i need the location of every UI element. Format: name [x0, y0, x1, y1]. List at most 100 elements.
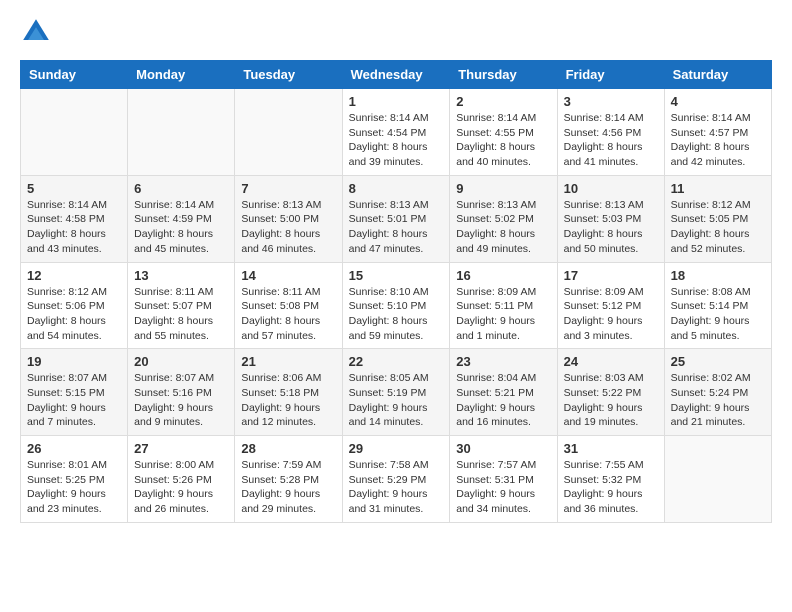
day-info: Sunrise: 7:57 AM Sunset: 5:31 PM Dayligh…: [456, 458, 550, 517]
day-number: 21: [241, 354, 335, 369]
day-info: Sunrise: 8:08 AM Sunset: 5:14 PM Dayligh…: [671, 285, 765, 344]
calendar-header-tuesday: Tuesday: [235, 61, 342, 89]
calendar-cell: 18 Sunrise: 8:08 AM Sunset: 5:14 PM Dayli…: [664, 262, 771, 349]
day-info: Sunrise: 8:01 AM Sunset: 5:25 PM Dayligh…: [27, 458, 121, 517]
calendar-cell: 9 Sunrise: 8:13 AM Sunset: 5:02 PM Daylig…: [450, 175, 557, 262]
day-number: 4: [671, 94, 765, 109]
day-number: 18: [671, 268, 765, 283]
day-number: 26: [27, 441, 121, 456]
calendar-cell: 30 Sunrise: 7:57 AM Sunset: 5:31 PM Dayli…: [450, 436, 557, 523]
day-info: Sunrise: 8:13 AM Sunset: 5:00 PM Dayligh…: [241, 198, 335, 257]
calendar-cell: [128, 89, 235, 176]
calendar-header-saturday: Saturday: [664, 61, 771, 89]
day-info: Sunrise: 7:59 AM Sunset: 5:28 PM Dayligh…: [241, 458, 335, 517]
day-number: 15: [349, 268, 444, 283]
day-number: 5: [27, 181, 121, 196]
calendar-cell: 8 Sunrise: 8:13 AM Sunset: 5:01 PM Daylig…: [342, 175, 450, 262]
day-number: 29: [349, 441, 444, 456]
calendar-cell: 6 Sunrise: 8:14 AM Sunset: 4:59 PM Daylig…: [128, 175, 235, 262]
page: SundayMondayTuesdayWednesdayThursdayFrid…: [0, 0, 792, 543]
day-info: Sunrise: 8:14 AM Sunset: 4:57 PM Dayligh…: [671, 111, 765, 170]
day-info: Sunrise: 8:02 AM Sunset: 5:24 PM Dayligh…: [671, 371, 765, 430]
day-info: Sunrise: 8:03 AM Sunset: 5:22 PM Dayligh…: [564, 371, 658, 430]
calendar-cell: 15Sunrise: 8:10 AM Sunset: 5:10 PM Dayli…: [342, 262, 450, 349]
day-info: Sunrise: 8:14 AM Sunset: 4:58 PM Dayligh…: [27, 198, 121, 257]
calendar-cell: 12 Sunrise: 8:12 AM Sunset: 5:06 PM Dayli…: [21, 262, 128, 349]
day-number: 14: [241, 268, 335, 283]
day-info: Sunrise: 7:55 AM Sunset: 5:32 PM Dayligh…: [564, 458, 658, 517]
day-info: Sunrise: 8:12 AM Sunset: 5:06 PM Dayligh…: [27, 285, 121, 344]
calendar-cell: 14 Sunrise: 8:11 AM Sunset: 5:08 PM Dayli…: [235, 262, 342, 349]
day-info: Sunrise: 7:58 AM Sunset: 5:29 PM Dayligh…: [349, 458, 444, 517]
calendar-cell: 29 Sunrise: 7:58 AM Sunset: 5:29 PM Dayli…: [342, 436, 450, 523]
day-number: 8: [349, 181, 444, 196]
day-number: 27: [134, 441, 228, 456]
calendar-cell: 19 Sunrise: 8:07 AM Sunset: 5:15 PM Dayli…: [21, 349, 128, 436]
calendar-week-1: 5 Sunrise: 8:14 AM Sunset: 4:58 PM Daylig…: [21, 175, 772, 262]
day-info: Sunrise: 8:09 AM Sunset: 5:12 PM Dayligh…: [564, 285, 658, 344]
calendar-header-sunday: Sunday: [21, 61, 128, 89]
day-number: 25: [671, 354, 765, 369]
day-number: 20: [134, 354, 228, 369]
day-number: 22: [349, 354, 444, 369]
calendar-cell: 17 Sunrise: 8:09 AM Sunset: 5:12 PM Dayli…: [557, 262, 664, 349]
calendar-cell: 27 Sunrise: 8:00 AM Sunset: 5:26 PM Dayli…: [128, 436, 235, 523]
calendar-cell: 13 Sunrise: 8:11 AM Sunset: 5:07 PM Dayli…: [128, 262, 235, 349]
calendar-cell: 10Sunrise: 8:13 AM Sunset: 5:03 PM Dayli…: [557, 175, 664, 262]
day-info: Sunrise: 8:07 AM Sunset: 5:16 PM Dayligh…: [134, 371, 228, 430]
calendar-cell: 11 Sunrise: 8:12 AM Sunset: 5:05 PM Dayli…: [664, 175, 771, 262]
day-number: 28: [241, 441, 335, 456]
day-info: Sunrise: 8:14 AM Sunset: 4:56 PM Dayligh…: [564, 111, 658, 170]
day-number: 2: [456, 94, 550, 109]
calendar-cell: 16Sunrise: 8:09 AM Sunset: 5:11 PM Dayli…: [450, 262, 557, 349]
calendar-week-4: 26 Sunrise: 8:01 AM Sunset: 5:25 PM Dayli…: [21, 436, 772, 523]
calendar-cell: [21, 89, 128, 176]
day-info: Sunrise: 8:14 AM Sunset: 4:55 PM Dayligh…: [456, 111, 550, 170]
calendar-cell: 20 Sunrise: 8:07 AM Sunset: 5:16 PM Dayli…: [128, 349, 235, 436]
day-info: Sunrise: 8:04 AM Sunset: 5:21 PM Dayligh…: [456, 371, 550, 430]
calendar-cell: 3 Sunrise: 8:14 AM Sunset: 4:56 PM Daylig…: [557, 89, 664, 176]
calendar-week-2: 12 Sunrise: 8:12 AM Sunset: 5:06 PM Dayli…: [21, 262, 772, 349]
calendar-cell: 1Sunrise: 8:14 AM Sunset: 4:54 PM Daylig…: [342, 89, 450, 176]
day-number: 19: [27, 354, 121, 369]
calendar-header-row: SundayMondayTuesdayWednesdayThursdayFrid…: [21, 61, 772, 89]
calendar-week-0: 1Sunrise: 8:14 AM Sunset: 4:54 PM Daylig…: [21, 89, 772, 176]
day-number: 3: [564, 94, 658, 109]
calendar-cell: 21Sunrise: 8:06 AM Sunset: 5:18 PM Dayli…: [235, 349, 342, 436]
day-info: Sunrise: 8:11 AM Sunset: 5:08 PM Dayligh…: [241, 285, 335, 344]
calendar-header-monday: Monday: [128, 61, 235, 89]
day-number: 24: [564, 354, 658, 369]
day-number: 7: [241, 181, 335, 196]
calendar-cell: 22Sunrise: 8:05 AM Sunset: 5:19 PM Dayli…: [342, 349, 450, 436]
day-info: Sunrise: 8:14 AM Sunset: 4:59 PM Dayligh…: [134, 198, 228, 257]
calendar-cell: [664, 436, 771, 523]
day-info: Sunrise: 8:09 AM Sunset: 5:11 PM Dayligh…: [456, 285, 550, 344]
calendar-cell: 4 Sunrise: 8:14 AM Sunset: 4:57 PM Daylig…: [664, 89, 771, 176]
calendar-table: SundayMondayTuesdayWednesdayThursdayFrid…: [20, 60, 772, 523]
day-number: 13: [134, 268, 228, 283]
day-number: 30: [456, 441, 550, 456]
day-info: Sunrise: 8:13 AM Sunset: 5:01 PM Dayligh…: [349, 198, 444, 257]
day-info: Sunrise: 8:00 AM Sunset: 5:26 PM Dayligh…: [134, 458, 228, 517]
day-info: Sunrise: 8:12 AM Sunset: 5:05 PM Dayligh…: [671, 198, 765, 257]
calendar-cell: 5 Sunrise: 8:14 AM Sunset: 4:58 PM Daylig…: [21, 175, 128, 262]
calendar-cell: [235, 89, 342, 176]
calendar-week-3: 19 Sunrise: 8:07 AM Sunset: 5:15 PM Dayli…: [21, 349, 772, 436]
calendar-cell: 28 Sunrise: 7:59 AM Sunset: 5:28 PM Dayli…: [235, 436, 342, 523]
calendar-cell: 23 Sunrise: 8:04 AM Sunset: 5:21 PM Dayli…: [450, 349, 557, 436]
day-info: Sunrise: 8:11 AM Sunset: 5:07 PM Dayligh…: [134, 285, 228, 344]
day-number: 9: [456, 181, 550, 196]
logo-icon: [20, 16, 52, 48]
day-number: 6: [134, 181, 228, 196]
day-number: 12: [27, 268, 121, 283]
calendar-cell: 2 Sunrise: 8:14 AM Sunset: 4:55 PM Daylig…: [450, 89, 557, 176]
day-info: Sunrise: 8:13 AM Sunset: 5:02 PM Dayligh…: [456, 198, 550, 257]
calendar-header-thursday: Thursday: [450, 61, 557, 89]
calendar-cell: 31Sunrise: 7:55 AM Sunset: 5:32 PM Dayli…: [557, 436, 664, 523]
logo: [20, 16, 56, 48]
day-number: 11: [671, 181, 765, 196]
calendar-header-friday: Friday: [557, 61, 664, 89]
day-info: Sunrise: 8:07 AM Sunset: 5:15 PM Dayligh…: [27, 371, 121, 430]
day-number: 23: [456, 354, 550, 369]
day-number: 17: [564, 268, 658, 283]
